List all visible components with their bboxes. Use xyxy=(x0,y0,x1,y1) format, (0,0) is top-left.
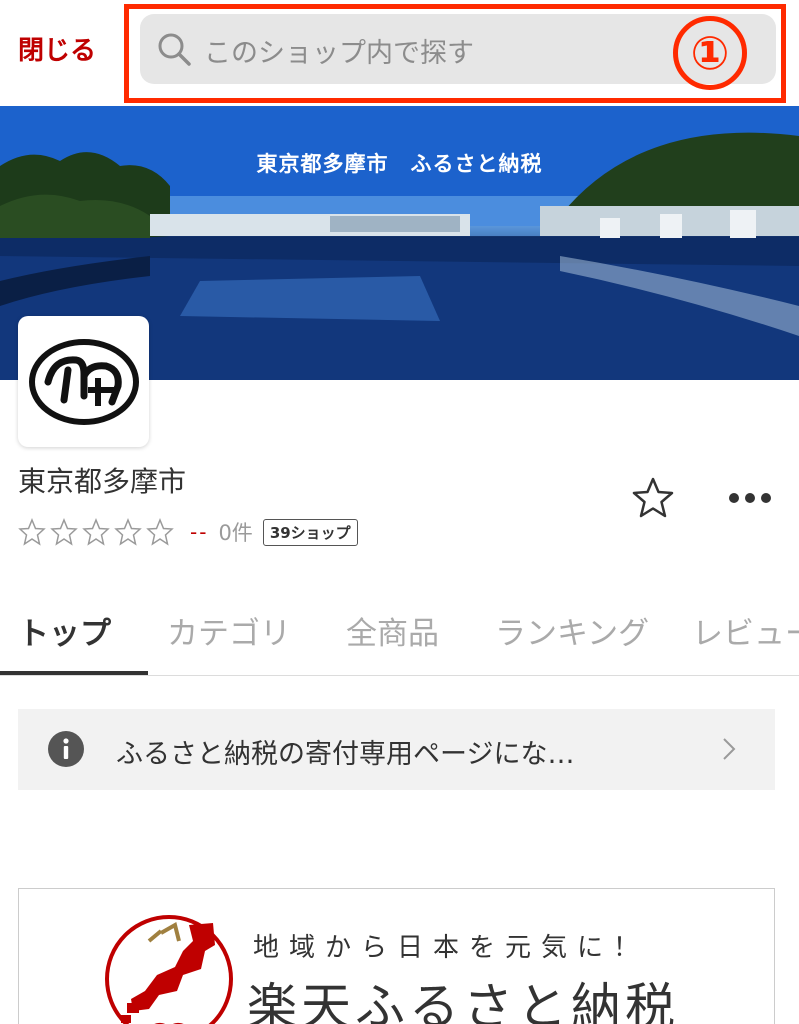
banner-title: 東京都多摩市 ふるさと納税 xyxy=(256,152,543,176)
rakuten-furusato-logo xyxy=(105,915,233,1024)
more-horizontal-icon[interactable] xyxy=(726,480,774,516)
tab-category[interactable]: カテゴリ xyxy=(167,608,291,653)
annotation-marker: ① xyxy=(673,16,747,90)
star-outline-icon xyxy=(18,518,46,546)
close-button[interactable]: 閉じる xyxy=(18,30,96,67)
rating-row: -- 0件 39ショップ xyxy=(18,514,358,550)
rating-score: -- xyxy=(190,520,209,544)
top-bar: 閉じる このショップ内で探す ① xyxy=(0,0,799,106)
rakuten-furusato-promo[interactable]: 地域から日本を元気に！ 楽天ふるさと納税 xyxy=(18,888,775,1024)
shop-name: 東京都多摩市 xyxy=(18,465,187,498)
shop-logo[interactable] xyxy=(18,316,149,447)
star-outline-icon xyxy=(50,518,78,546)
tab-top[interactable]: トップ xyxy=(18,608,111,653)
star-outline-icon xyxy=(82,518,110,546)
tab-review[interactable]: レビュー xyxy=(692,608,799,653)
promo-title: 楽天ふるさと納税 xyxy=(247,978,679,1024)
notice-banner[interactable]: ふるさと納税の寄付専用ページにな… xyxy=(18,709,775,790)
notice-text: ふるさと納税の寄付専用ページにな… xyxy=(116,739,575,770)
star-outline-icon xyxy=(114,518,142,546)
chevron-right-icon xyxy=(723,738,736,760)
shop-count-badge[interactable]: 39ショップ xyxy=(262,518,358,546)
tab-ranking[interactable]: ランキング xyxy=(495,608,649,653)
active-tab-indicator xyxy=(0,671,148,675)
star-outline-icon xyxy=(146,518,174,546)
favorite-star-icon[interactable] xyxy=(630,475,676,521)
info-icon xyxy=(48,731,84,767)
promo-tagline: 地域から日本を元気に！ xyxy=(253,933,650,963)
rating-stars xyxy=(18,518,178,546)
tama-city-emblem xyxy=(29,339,139,425)
tab-all-items[interactable]: 全商品 xyxy=(346,608,439,653)
review-count[interactable]: 0件 xyxy=(218,517,252,547)
shop-tabs: トップ カテゴリ 全商品 ランキング レビュー xyxy=(0,590,799,676)
